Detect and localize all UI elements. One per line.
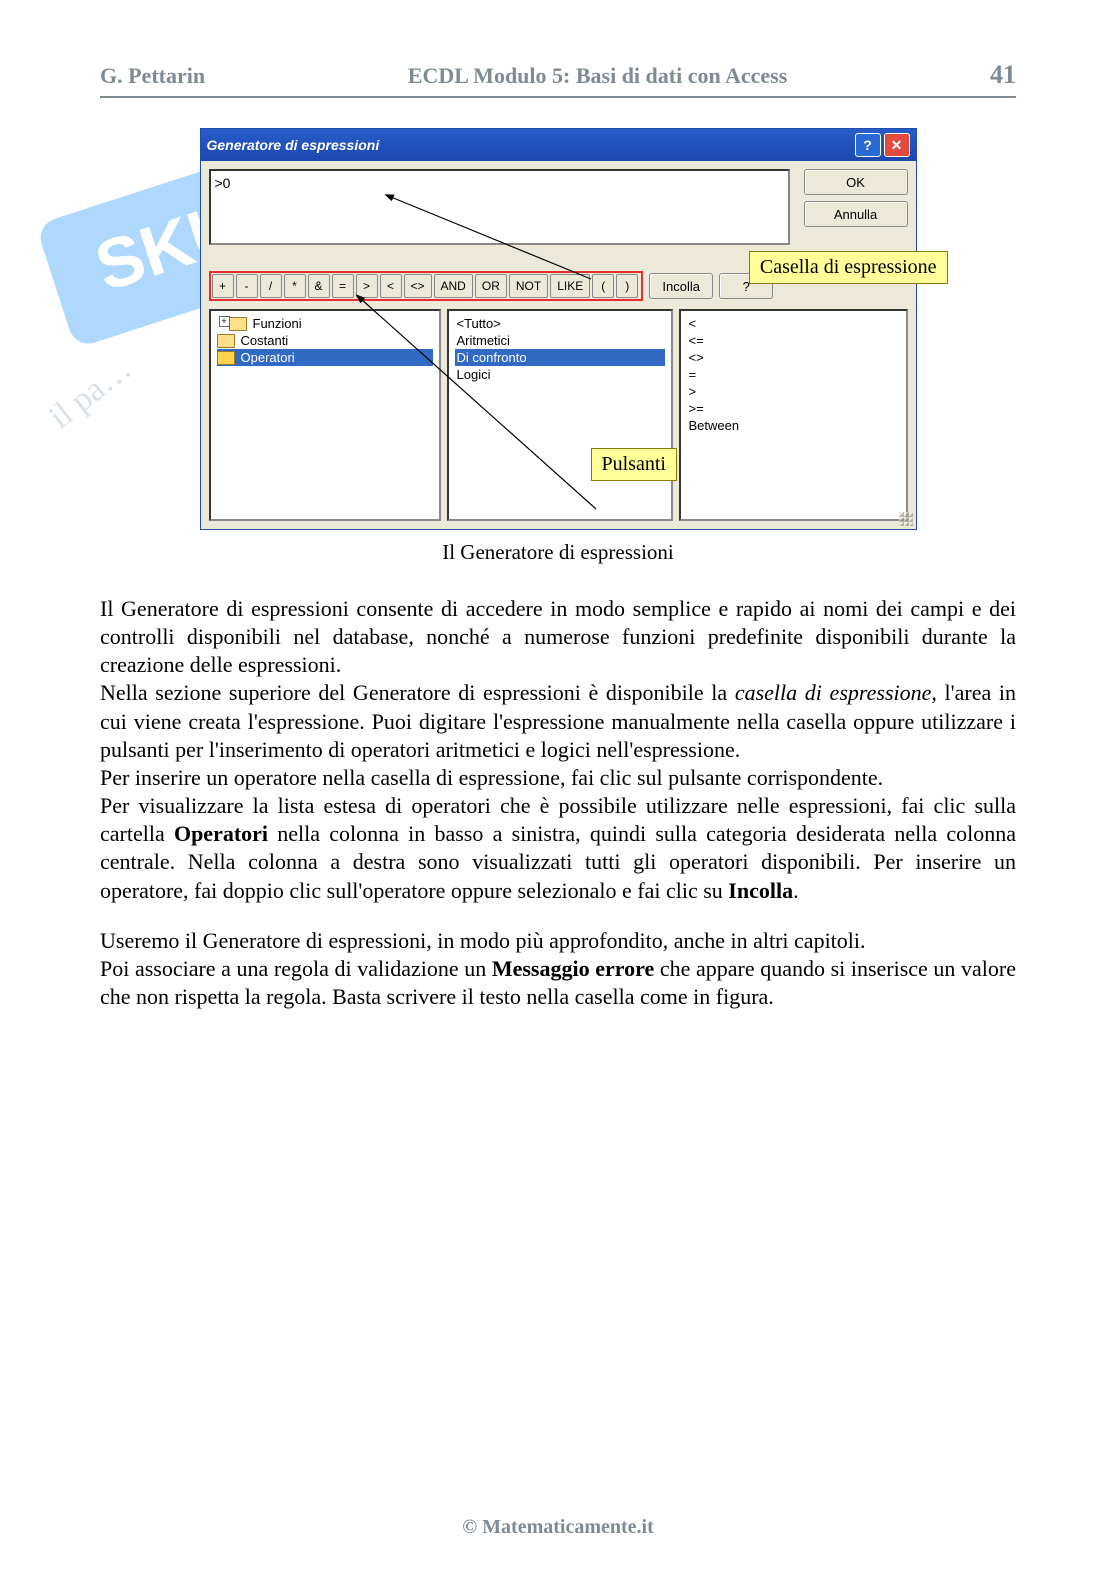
para-1b-pre: Nella sezione superiore del Generatore d… (100, 680, 735, 705)
list-item[interactable]: >= (687, 400, 900, 417)
tree-item-label: Operatori (241, 350, 295, 365)
tree-item-operatori[interactable]: Operatori (217, 349, 433, 366)
list-item[interactable]: = (687, 366, 900, 383)
list-item[interactable]: Aritmetici (455, 332, 665, 349)
titlebar[interactable]: Generatore di espressioni ? ✕ (201, 129, 916, 161)
para-1a: Il Generatore di espressioni consente di… (100, 596, 1016, 677)
operator-button-[interactable]: + (212, 274, 234, 298)
callout-expression-box: Casella di espressione (749, 251, 948, 284)
callout-buttons: Pulsanti (591, 448, 677, 481)
para-2b-b: Messaggio errore (492, 956, 654, 981)
para-1d-b2: Incolla (728, 878, 793, 903)
para-2a: Useremo il Generatore di espressioni, in… (100, 928, 866, 953)
help-icon[interactable]: ? (855, 133, 881, 157)
close-icon[interactable]: ✕ (884, 133, 910, 157)
operator-button-not[interactable]: NOT (509, 274, 548, 298)
operator-button-[interactable]: / (260, 274, 282, 298)
list-item[interactable]: Di confronto (455, 349, 665, 366)
page-footer: © Matematicamente.it (0, 1516, 1116, 1539)
operators-toolbar: +-/*&=><<>ANDORNOTLIKE() (209, 271, 644, 301)
folder-icon (217, 351, 235, 365)
list-item[interactable]: Logici (455, 366, 665, 383)
expression-value: >0 (215, 175, 231, 191)
expression-builder-window: Generatore di espressioni ? ✕ >0 OK Annu… (200, 128, 917, 530)
para-1c: Per inserire un operatore nella casella … (100, 765, 883, 790)
para-1d-b1: Operatori (174, 821, 268, 846)
operator-button-or[interactable]: OR (475, 274, 507, 298)
para-2b-pre: Poi associare a una regola di validazion… (100, 956, 492, 981)
list-item[interactable]: <> (687, 349, 900, 366)
header-page-number: 41 (990, 60, 1016, 90)
operator-button-[interactable]: = (332, 274, 354, 298)
list-item[interactable]: Between (687, 417, 900, 434)
list-item[interactable]: <Tutto> (455, 315, 665, 332)
operator-button-and[interactable]: AND (434, 274, 473, 298)
operator-button-[interactable]: & (308, 274, 330, 298)
operator-button-[interactable]: - (236, 274, 258, 298)
list-item[interactable]: > (687, 383, 900, 400)
tree-item-costanti[interactable]: Costanti (217, 332, 433, 349)
operator-button-like[interactable]: LIKE (550, 274, 590, 298)
body-text: Il Generatore di espressioni consente di… (100, 595, 1016, 1011)
cancel-button[interactable]: Annulla (804, 201, 908, 227)
operator-button-[interactable]: * (284, 274, 306, 298)
header-author: G. Pettarin (100, 63, 205, 89)
folder-icon (229, 317, 247, 331)
page-header: G. Pettarin ECDL Modulo 5: Basi di dati … (100, 60, 1016, 98)
tree-item-funzioni[interactable]: Funzioni (217, 315, 433, 332)
figure-caption: Il Generatore di espressioni (100, 540, 1016, 565)
expression-input[interactable]: >0 (209, 169, 790, 245)
folder-icon (217, 334, 235, 348)
operator-button-[interactable]: ) (616, 274, 638, 298)
ok-button[interactable]: OK (804, 169, 908, 195)
operator-button-[interactable]: > (356, 274, 378, 298)
window-title: Generatore di espressioni (207, 137, 380, 153)
operator-button-[interactable]: ( (592, 274, 614, 298)
paste-button[interactable]: Incolla (649, 273, 713, 299)
svg-text:il pa…: il pa… (42, 350, 138, 437)
operator-button-[interactable]: <> (404, 274, 432, 298)
para-1b-em: casella di espressione (735, 680, 932, 705)
categories-tree[interactable]: Funzioni Costanti Operatori (209, 309, 441, 521)
tree-item-label: Funzioni (253, 316, 302, 331)
subcategories-list[interactable]: <Tutto>AritmeticiDi confrontoLogici (447, 309, 673, 521)
para-1d-post: . (793, 878, 799, 903)
operator-button-[interactable]: < (380, 274, 402, 298)
operators-list[interactable]: <<=<>=>>=Between (679, 309, 908, 521)
resize-grip-icon[interactable] (899, 512, 913, 526)
header-title: ECDL Modulo 5: Basi di dati con Access (205, 63, 990, 89)
list-item[interactable]: <= (687, 332, 900, 349)
tree-item-label: Costanti (241, 333, 289, 348)
list-item[interactable]: < (687, 315, 900, 332)
